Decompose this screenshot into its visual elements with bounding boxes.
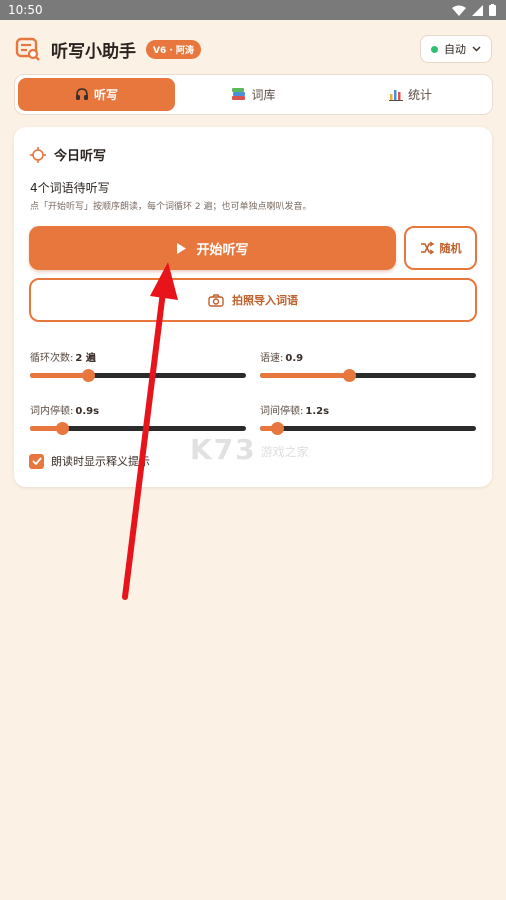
version-badge: V6 · 阿涛	[146, 39, 201, 59]
slider-value: 0.9s	[75, 406, 100, 417]
app-header: 听写小助手 V6 · 阿涛 自动	[0, 28, 506, 70]
tab-label: 统计	[407, 88, 432, 102]
check-icon	[31, 457, 42, 465]
app-title: 听写小助手	[51, 41, 136, 62]
bar-chart-icon	[388, 90, 403, 101]
start-button-label: 开始听写	[196, 242, 249, 258]
tab-label: 听写	[93, 88, 118, 102]
checkbox-label: 朗读时显示释义提示	[51, 455, 150, 468]
hint-text: 点「开始听写」按顺序朗读，每个词循环 2 遍；也可单独点喇叭发音。	[30, 202, 312, 212]
import-button-label: 拍照导入词语	[232, 294, 298, 307]
start-dictation-button[interactable]: 开始听写	[29, 226, 396, 270]
slider-label: 语速:	[260, 353, 284, 364]
card-header: 今日听写	[30, 145, 106, 164]
slider-label: 循环次数:	[30, 353, 74, 364]
tab-stats[interactable]: 统计	[332, 78, 489, 111]
tab-wordbank[interactable]: 词库	[175, 78, 332, 111]
shuffle-icon	[420, 242, 434, 254]
mode-select-value: 自动	[444, 43, 466, 56]
slider-value: 1.2s	[305, 406, 330, 417]
slider-thumb[interactable]	[342, 369, 356, 382]
slider-thumb[interactable]	[82, 369, 96, 382]
camera-icon	[208, 293, 224, 307]
slider-track[interactable]	[260, 369, 476, 382]
slider-label: 词内停顿:	[30, 406, 74, 417]
watermark: K73 游戏之家	[190, 433, 309, 466]
signal-icon	[472, 4, 483, 16]
tab-bar: 听写 词库 统计	[14, 74, 493, 115]
slider-label: 词间停顿:	[260, 406, 304, 417]
show-hint-checkbox[interactable]	[29, 453, 44, 469]
watermark-logo: K73	[190, 433, 257, 466]
random-button[interactable]: 随机	[404, 226, 477, 270]
mode-select[interactable]: 自动	[420, 35, 492, 63]
app-logo-icon	[15, 37, 40, 61]
slider-track[interactable]	[30, 369, 246, 382]
card-title: 今日听写	[54, 149, 107, 164]
status-bar: 10:50	[0, 0, 506, 20]
photo-import-button[interactable]: 拍照导入词语	[29, 278, 477, 322]
slider-value: 0.9	[285, 353, 304, 364]
tab-label: 词库	[251, 88, 276, 102]
slider-fill	[30, 373, 89, 378]
slider-value: 2 遍	[75, 353, 96, 364]
chevron-down-icon	[472, 46, 481, 52]
status-time: 10:50	[8, 3, 43, 17]
slider-thumb[interactable]	[56, 422, 70, 435]
inter-word-pause-slider: 词间停顿: 1.2s	[260, 402, 476, 435]
intra-word-pause-slider: 词内停顿: 0.9s	[30, 402, 246, 435]
headphones-icon	[75, 88, 88, 100]
speed-slider: 语速: 0.9	[260, 349, 476, 382]
slider-fill	[260, 373, 349, 378]
status-dot	[431, 45, 438, 53]
battery-icon	[489, 4, 496, 16]
target-icon	[30, 146, 46, 163]
wifi-icon	[452, 5, 466, 16]
tab-dictation[interactable]: 听写	[18, 78, 175, 111]
play-icon	[177, 242, 187, 254]
random-button-label: 随机	[439, 242, 462, 255]
books-icon	[232, 88, 246, 100]
pending-count: 4个词语待听写	[30, 181, 110, 195]
watermark-text: 游戏之家	[260, 445, 309, 459]
show-hint-checkbox-row[interactable]: 朗读时显示释义提示	[29, 453, 150, 469]
slider-track[interactable]	[260, 422, 476, 435]
slider-track[interactable]	[30, 422, 246, 435]
loop-count-slider: 循环次数: 2 遍	[30, 349, 246, 382]
